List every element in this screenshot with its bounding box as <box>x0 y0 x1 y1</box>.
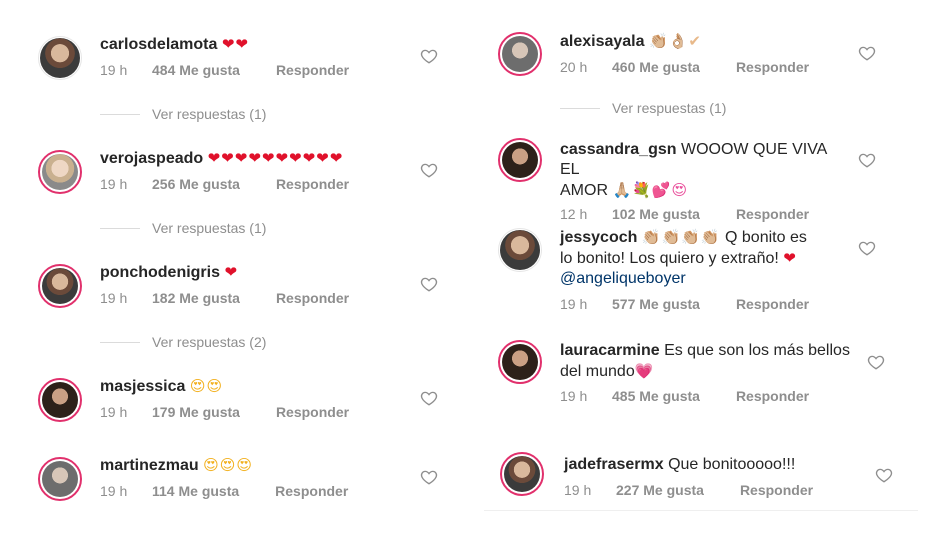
comment-time: 19 h <box>100 290 128 306</box>
reply-button[interactable]: Responder <box>275 483 348 499</box>
comment-username[interactable]: verojaspeado <box>100 150 203 167</box>
view-replies-label: Ver respuestas (2) <box>152 334 267 350</box>
heart-outline-icon[interactable] <box>875 466 893 484</box>
comment-emoji: 👏🏼👏🏼👏🏼👏🏼 <box>641 228 721 246</box>
comment-username[interactable]: carlosdelamota <box>100 36 217 53</box>
comment-time: 19 h <box>560 388 588 404</box>
avatar[interactable] <box>498 32 542 76</box>
comment-username[interactable]: masjessica <box>100 378 185 395</box>
comment-time: 19 h <box>564 482 592 498</box>
reply-button[interactable]: Responder <box>276 62 349 78</box>
heart-outline-icon[interactable] <box>420 161 438 179</box>
heart-outline-icon[interactable] <box>420 275 438 293</box>
reply-button[interactable]: Responder <box>736 206 809 222</box>
reply-button[interactable]: Responder <box>276 404 349 420</box>
comment-time: 20 h <box>560 59 588 75</box>
comment-likes[interactable]: 460 Me gusta <box>612 59 700 75</box>
avatar[interactable] <box>498 138 542 182</box>
comment-time: 19 h <box>100 483 128 499</box>
comment-time: 19 h <box>100 404 128 420</box>
comment-text: Que bonitooooo!!! <box>668 456 796 473</box>
comment-emoji: 😍😍😍 <box>203 456 254 474</box>
view-replies-button[interactable]: Ver respuestas (1) <box>100 106 266 122</box>
comment-time: 19 h <box>100 62 128 78</box>
comment-username[interactable]: lauracarmine <box>560 342 660 359</box>
mention-link[interactable]: @angeliqueboyer <box>560 270 686 287</box>
comment-likes[interactable]: 256 Me gusta <box>152 176 240 192</box>
comment-emoji: 👏🏼👌🏼✔ <box>648 32 702 50</box>
comment-emoji: 💗 <box>634 362 655 380</box>
heart-outline-icon[interactable] <box>420 389 438 407</box>
heart-outline-icon[interactable] <box>858 239 876 257</box>
comment-text: del mundo <box>560 363 635 380</box>
avatar[interactable] <box>38 264 82 308</box>
view-replies-label: Ver respuestas (1) <box>612 100 727 116</box>
comment-username[interactable]: alexisayala <box>560 33 645 50</box>
comment-likes[interactable]: 179 Me gusta <box>152 404 240 420</box>
reply-button[interactable]: Responder <box>276 290 349 306</box>
avatar[interactable] <box>38 36 82 80</box>
comment-username[interactable]: cassandra_gsn <box>560 141 677 158</box>
reply-button[interactable]: Responder <box>736 296 809 312</box>
comment-time: 19 h <box>100 176 128 192</box>
avatar[interactable] <box>38 150 82 194</box>
comment-likes[interactable]: 484 Me gusta <box>152 62 240 78</box>
avatar[interactable] <box>38 378 82 422</box>
comment-likes[interactable]: 102 Me gusta <box>612 206 700 222</box>
comment-emoji: 🙏🏼💐💕😍 <box>612 181 689 199</box>
heart-outline-icon[interactable] <box>858 44 876 62</box>
reply-button[interactable]: Responder <box>740 482 813 498</box>
reply-button[interactable]: Responder <box>736 388 809 404</box>
view-replies-label: Ver respuestas (1) <box>152 220 267 236</box>
comment-time: 12 h <box>560 206 588 222</box>
comment-likes[interactable]: 485 Me gusta <box>612 388 700 404</box>
avatar[interactable] <box>498 228 542 272</box>
view-replies-button[interactable]: Ver respuestas (2) <box>100 334 266 350</box>
view-replies-button[interactable]: Ver respuestas (1) <box>560 100 726 116</box>
heart-outline-icon[interactable] <box>420 47 438 65</box>
comment-username[interactable]: ponchodenigris <box>100 264 220 281</box>
comment-text: lo bonito! Los quiero y extraño! <box>560 250 779 267</box>
comment-emoji: ❤❤ <box>221 35 249 53</box>
avatar[interactable] <box>38 457 82 501</box>
view-replies-button[interactable]: Ver respuestas (1) <box>100 220 266 236</box>
heart-outline-icon[interactable] <box>858 151 876 169</box>
comment-emoji: 😍😍 <box>189 377 224 395</box>
comment-text: Q bonito es <box>725 229 807 246</box>
comment-username[interactable]: jessycoch <box>560 229 637 246</box>
comment-likes[interactable]: 114 Me gusta <box>152 483 239 499</box>
comment-text: Es que son los más bellos <box>664 342 850 359</box>
view-replies-label: Ver respuestas (1) <box>152 106 267 122</box>
comment-emoji: ❤❤❤❤❤❤❤❤❤❤ <box>207 149 344 167</box>
avatar[interactable] <box>500 452 544 496</box>
comment-emoji: ❤ <box>224 263 239 281</box>
comment-likes[interactable]: 227 Me gusta <box>616 482 704 498</box>
comment-username[interactable]: martinezmau <box>100 457 199 474</box>
comment-username[interactable]: jadefrasermx <box>564 456 664 473</box>
reply-button[interactable]: Responder <box>276 176 349 192</box>
comment-text: AMOR <box>560 182 608 199</box>
heart-outline-icon[interactable] <box>420 468 438 486</box>
comment-likes[interactable]: 182 Me gusta <box>152 290 240 306</box>
avatar[interactable] <box>498 340 542 384</box>
comment-time: 19 h <box>560 296 588 312</box>
comment-likes[interactable]: 577 Me gusta <box>612 296 700 312</box>
divider <box>484 510 918 511</box>
heart-outline-icon[interactable] <box>867 353 885 371</box>
reply-button[interactable]: Responder <box>736 59 809 75</box>
comment-emoji: ❤ <box>783 249 797 267</box>
